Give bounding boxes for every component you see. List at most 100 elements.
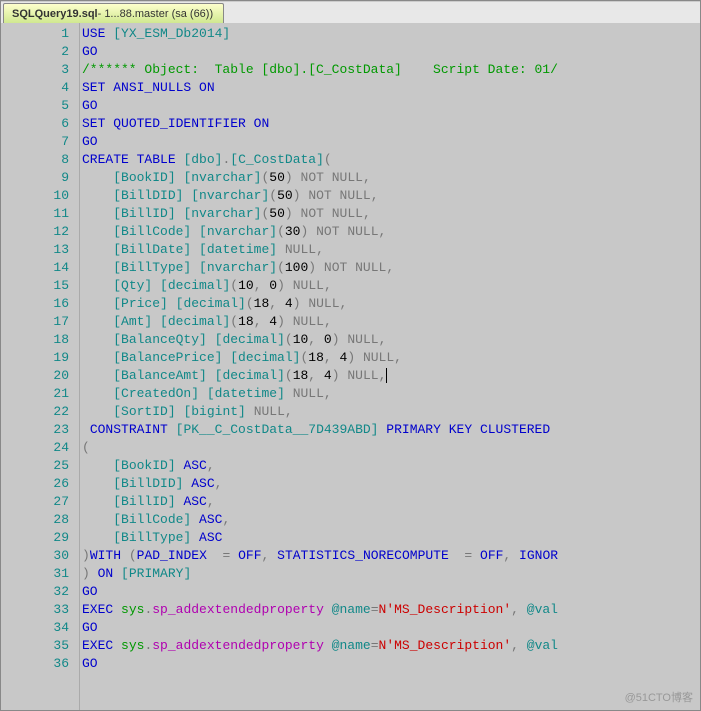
- token-num: 10: [238, 278, 254, 293]
- token-plain: [191, 224, 199, 239]
- editor-area[interactable]: 1234567891011121314151617181920212223242…: [1, 23, 700, 710]
- token-plain: [207, 332, 215, 347]
- token-plain: [113, 566, 121, 581]
- code-line[interactable]: GO: [82, 97, 700, 115]
- token-plain: [82, 476, 113, 491]
- code-line[interactable]: [BookID] [nvarchar](50) NOT NULL,: [82, 169, 700, 187]
- code-line[interactable]: [Price] [decimal](18, 4) NULL,: [82, 295, 700, 313]
- token-op: ,: [324, 386, 332, 401]
- token-tk: @val: [527, 602, 558, 617]
- code-line[interactable]: CREATE TABLE [dbo].[C_CostData](: [82, 151, 700, 169]
- code-line[interactable]: EXEC sys.sp_addextendedproperty @name=N'…: [82, 637, 700, 655]
- code-line[interactable]: [BillID] [nvarchar](50) NOT NULL,: [82, 205, 700, 223]
- code-line[interactable]: [BalanceAmt] [decimal](18, 4) NULL,: [82, 367, 700, 385]
- code-line[interactable]: ) ON [PRIMARY]: [82, 565, 700, 583]
- code-line[interactable]: [BillDate] [datetime] NULL,: [82, 241, 700, 259]
- token-num: 4: [285, 296, 293, 311]
- code-line[interactable]: GO: [82, 583, 700, 601]
- token-plain: [82, 170, 113, 185]
- code-line[interactable]: GO: [82, 619, 700, 637]
- code-line[interactable]: [BookID] ASC,: [82, 457, 700, 475]
- code-line[interactable]: CONSTRAINT [PK__C_CostData__7D439ABD] PR…: [82, 421, 700, 439]
- line-number: 12: [1, 223, 69, 241]
- code-line[interactable]: [BillType] [nvarchar](100) NOT NULL,: [82, 259, 700, 277]
- code-line[interactable]: (: [82, 439, 700, 457]
- token-plain: [207, 368, 215, 383]
- line-number: 1: [1, 25, 69, 43]
- token-plain: [191, 512, 199, 527]
- token-tk: [decimal]: [230, 350, 300, 365]
- token-kw: OFF: [238, 548, 261, 563]
- token-kw: KEY: [449, 422, 472, 437]
- code-line[interactable]: GO: [82, 133, 700, 151]
- token-tk: [PRIMARY]: [121, 566, 191, 581]
- token-kw: GO: [82, 98, 98, 113]
- code-line[interactable]: [BillCode] [nvarchar](30) NOT NULL,: [82, 223, 700, 241]
- token-plain: [207, 548, 223, 563]
- code-line[interactable]: SET ANSI_NULLS ON: [82, 79, 700, 97]
- token-gy: NOT NULL: [301, 206, 363, 221]
- code-line[interactable]: [BillType] ASC: [82, 529, 700, 547]
- line-number: 21: [1, 385, 69, 403]
- token-plain: [472, 422, 480, 437]
- token-kw: ASC: [183, 458, 206, 473]
- code-line[interactable]: [CreatedOn] [datetime] NULL,: [82, 385, 700, 403]
- token-plain: [82, 368, 113, 383]
- token-tk: [PK__C_CostData__7D439ABD]: [176, 422, 379, 437]
- token-plain: [191, 242, 199, 257]
- token-kw: GO: [82, 620, 98, 635]
- token-op: ): [308, 260, 316, 275]
- line-number: 18: [1, 331, 69, 349]
- code-line[interactable]: [BillDID] ASC,: [82, 475, 700, 493]
- code-line[interactable]: GO: [82, 655, 700, 673]
- code-line[interactable]: [Amt] [decimal](18, 4) NULL,: [82, 313, 700, 331]
- token-tk: [BalanceAmt]: [113, 368, 207, 383]
- token-plain: [199, 386, 207, 401]
- token-tk: [BillDID]: [113, 188, 183, 203]
- token-plain: [449, 548, 465, 563]
- token-tk: [BillType]: [113, 530, 191, 545]
- token-kw: GO: [82, 656, 98, 671]
- token-plain: [82, 260, 113, 275]
- token-gy: NULL: [285, 242, 316, 257]
- token-plain: [152, 314, 160, 329]
- token-op: ): [332, 332, 340, 347]
- code-line[interactable]: [BalancePrice] [decimal](18, 4) NULL,: [82, 349, 700, 367]
- tab-active[interactable]: SQLQuery19.sql - 1...88.master (sa (66)): [3, 3, 224, 23]
- code-line[interactable]: [BillDID] [nvarchar](50) NOT NULL,: [82, 187, 700, 205]
- code-line[interactable]: GO: [82, 43, 700, 61]
- line-number: 9: [1, 169, 69, 187]
- token-tk: [dbo]: [183, 152, 222, 167]
- line-number: 11: [1, 205, 69, 223]
- code-line[interactable]: SET QUOTED_IDENTIFIER ON: [82, 115, 700, 133]
- token-op: ,: [254, 314, 270, 329]
- code-line[interactable]: [SortID] [bigint] NULL,: [82, 403, 700, 421]
- line-number: 8: [1, 151, 69, 169]
- token-kw: GO: [82, 134, 98, 149]
- token-plain: [82, 530, 113, 545]
- line-number: 33: [1, 601, 69, 619]
- token-op: ): [347, 350, 355, 365]
- code-line[interactable]: [BillCode] ASC,: [82, 511, 700, 529]
- code-line[interactable]: USE [YX_ESM_Db2014]: [82, 25, 700, 43]
- token-num: 18: [308, 350, 324, 365]
- code-line[interactable]: )WITH (PAD_INDEX = OFF, STATISTICS_NOREC…: [82, 547, 700, 565]
- token-op: (: [285, 368, 293, 383]
- token-plain: [82, 404, 113, 419]
- code-line[interactable]: [BalanceQty] [decimal](10, 0) NULL,: [82, 331, 700, 349]
- token-plain: [285, 386, 293, 401]
- line-number: 17: [1, 313, 69, 331]
- code-editor[interactable]: USE [YX_ESM_Db2014]GO/****** Object: Tab…: [79, 23, 700, 710]
- token-num: 4: [324, 368, 332, 383]
- code-line[interactable]: EXEC sys.sp_addextendedproperty @name=N'…: [82, 601, 700, 619]
- token-op: ,: [207, 494, 215, 509]
- code-line[interactable]: [BillID] ASC,: [82, 493, 700, 511]
- token-plain: [316, 260, 324, 275]
- code-line[interactable]: [Qty] [decimal](10, 0) NULL,: [82, 277, 700, 295]
- token-tk: [nvarchar]: [199, 260, 277, 275]
- token-op: =: [371, 638, 379, 653]
- token-kw: ASC: [183, 494, 206, 509]
- token-plain: [82, 278, 113, 293]
- token-op: ,: [394, 350, 402, 365]
- code-line[interactable]: /****** Object: Table [dbo].[C_CostData]…: [82, 61, 700, 79]
